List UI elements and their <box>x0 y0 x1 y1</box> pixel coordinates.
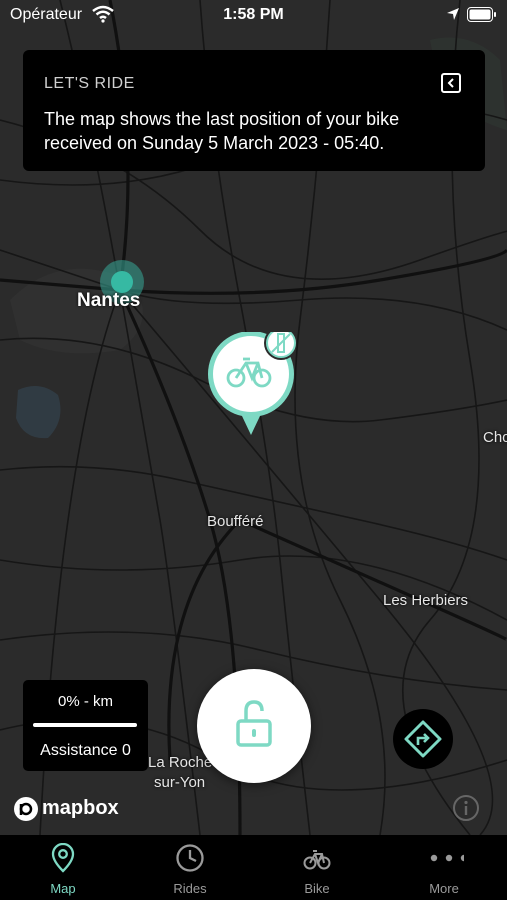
map-pin-icon <box>51 843 75 873</box>
status-bar: Opérateur 1:58 PM <box>0 0 507 32</box>
tab-rides[interactable]: Rides <box>127 835 253 900</box>
chevron-left-icon <box>447 78 454 88</box>
banner-title: LET'S RIDE <box>44 75 135 92</box>
speed-assistance-panel: 0% - km Assistance 0 <box>23 680 148 771</box>
map-label-nantes: Nantes <box>77 290 141 311</box>
assistance-level-bar <box>33 723 137 727</box>
collapse-banner-button[interactable] <box>441 73 461 93</box>
tab-bar: Map Rides Bike More <box>0 835 507 900</box>
route-diamond-icon <box>404 720 442 758</box>
unlock-padlock-icon <box>236 700 272 747</box>
battery-icon <box>467 7 496 22</box>
map-label-bouffere: Boufféré <box>207 513 264 530</box>
status-time: 1:58 PM <box>223 6 284 23</box>
map-label-les-herbiers: Les Herbiers <box>383 592 469 609</box>
tab-rides-label: Rides <box>173 881 207 896</box>
clock-icon <box>176 844 204 872</box>
mapbox-mark-icon <box>14 797 38 821</box>
tab-map-label: Map <box>50 881 76 896</box>
info-icon[interactable] <box>452 794 480 822</box>
bike-location-marker[interactable] <box>206 332 296 436</box>
assistance-readout: Assistance 0 <box>40 742 131 759</box>
location-arrow-icon <box>447 8 459 20</box>
tab-more[interactable]: More <box>381 835 507 900</box>
last-position-banner: LET'S RIDE The map shows the last positi… <box>23 50 485 171</box>
tab-map[interactable]: Map <box>0 835 126 900</box>
tab-more-label: More <box>429 881 459 896</box>
banner-message: The map shows the last position of your … <box>44 109 400 153</box>
map-label-cho: Cho <box>483 429 507 446</box>
route-navigation-button[interactable] <box>393 709 453 769</box>
unlock-button[interactable] <box>197 669 311 783</box>
speed-readout: 0% - km <box>57 693 113 710</box>
tab-bike[interactable]: Bike <box>254 835 380 900</box>
more-dots-icon <box>430 854 464 862</box>
bike-icon <box>303 850 331 870</box>
mapbox-wordmark: mapbox <box>42 797 119 819</box>
tab-bike-label: Bike <box>304 881 330 896</box>
